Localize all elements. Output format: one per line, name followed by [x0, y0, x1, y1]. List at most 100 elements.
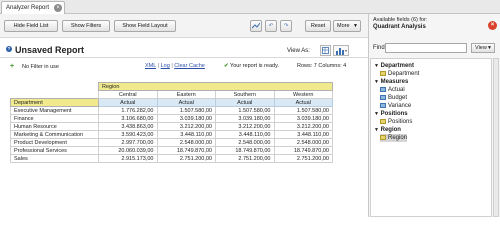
clear-cache-link[interactable]: Clear Cache: [174, 63, 205, 69]
measure-header[interactable]: Actual: [215, 98, 275, 107]
column-header[interactable]: Eastern: [156, 90, 216, 99]
chevron-down-icon: ▼: [487, 45, 492, 51]
table-cell[interactable]: 3.438.863,00: [98, 122, 158, 131]
link-separator: |: [171, 63, 173, 69]
table-cell[interactable]: 3.039.180,00: [273, 114, 333, 123]
table-cell[interactable]: 3.039.180,00: [215, 114, 275, 123]
redo-icon[interactable]: ↷: [280, 20, 292, 32]
table-cell[interactable]: 3.106.680,00: [98, 114, 158, 123]
link-separator: |: [157, 63, 160, 69]
tree-category-region[interactable]: ▼ Region: [374, 126, 401, 134]
field-tree-scrollbar[interactable]: [493, 58, 499, 217]
table-cell[interactable]: 2.548.000,00: [273, 138, 333, 147]
column-header[interactable]: Western: [273, 90, 333, 99]
report-links: XML | Log | Clear Cache: [145, 63, 205, 69]
table-cell[interactable]: 1.776.282,00: [98, 106, 158, 115]
measure-header[interactable]: Actual: [156, 98, 216, 107]
column-dimension-header[interactable]: Region: [98, 82, 333, 91]
measure-icon: [380, 94, 386, 100]
view-label: View: [475, 45, 487, 51]
tree-item-region[interactable]: Region: [380, 134, 408, 142]
tree-item-label: Budget: [388, 95, 408, 101]
table-row: Marketing & Communication 3.590.423,00 3…: [10, 130, 333, 139]
row-header[interactable]: Product Development: [10, 138, 99, 147]
row-dimension-header[interactable]: Department: [10, 98, 99, 107]
table-row: Sales 2.915.173,00 2.751.200,00 2.751.20…: [10, 154, 333, 163]
chart-icon[interactable]: [250, 20, 262, 32]
table-cell[interactable]: 1.507.580,00: [273, 106, 333, 115]
column-header[interactable]: Central: [98, 90, 158, 99]
table-cell[interactable]: 2.751.200,00: [156, 154, 216, 163]
close-icon[interactable]: ×: [488, 21, 497, 30]
table-cell[interactable]: 3.039.180,00: [156, 114, 216, 123]
table-cell[interactable]: 20.060.039,00: [98, 146, 158, 155]
tree-item-label: Region: [388, 135, 408, 141]
table-cell[interactable]: 3.448.110,00: [273, 130, 333, 139]
tree-category-department[interactable]: ▼ Department: [374, 62, 414, 70]
help-icon[interactable]: ?: [6, 46, 12, 52]
tree-category-positions[interactable]: ▼ Positions: [374, 110, 408, 118]
hide-field-list-button[interactable]: Hide Field List: [4, 20, 58, 32]
xml-link[interactable]: XML: [145, 63, 156, 69]
table-row: Human Resource 3.438.863,00 3.212.200,00…: [10, 122, 333, 131]
show-filters-button[interactable]: Show Filters: [62, 20, 110, 32]
tree-item-budget[interactable]: Budget: [380, 94, 407, 102]
tree-item-positions[interactable]: Positions: [380, 118, 412, 126]
table-cell[interactable]: 1.507.580,00: [215, 106, 275, 115]
close-icon[interactable]: ×: [54, 4, 62, 12]
dimension-icon: [380, 70, 386, 76]
tree-item-label: Department: [388, 71, 420, 77]
row-header[interactable]: Human Resource: [10, 122, 99, 131]
table-cell[interactable]: 2.915.173,00: [98, 154, 158, 163]
table-cell[interactable]: 18.749.870,00: [156, 146, 216, 155]
row-header[interactable]: Finance: [10, 114, 99, 123]
table-view-icon[interactable]: [320, 45, 331, 56]
table-cell[interactable]: 18.749.870,00: [215, 146, 275, 155]
available-fields-label: Available fields (6) for:: [373, 17, 428, 23]
find-input[interactable]: [385, 43, 467, 53]
tree-item-variance[interactable]: Variance: [380, 102, 411, 110]
measure-header[interactable]: Actual: [273, 98, 333, 107]
pivot-table: Region Central Eastern Southern Western …: [10, 82, 333, 163]
more-dropdown[interactable]: More ▼: [333, 20, 361, 32]
table-cell[interactable]: 3.212.200,00: [215, 122, 275, 131]
table-cell[interactable]: 3.590.423,00: [98, 130, 158, 139]
measure-header[interactable]: Actual: [98, 98, 158, 107]
measure-icon: [380, 102, 386, 108]
table-cell[interactable]: 3.448.110,00: [215, 130, 275, 139]
chart-view-icon[interactable]: [333, 45, 349, 56]
row-header[interactable]: Marketing & Communication: [10, 130, 99, 139]
table-cell[interactable]: 2.997.700,00: [98, 138, 158, 147]
add-filter-icon[interactable]: +: [10, 63, 14, 70]
table-cell[interactable]: 3.212.200,00: [273, 122, 333, 131]
measure-icon: [380, 86, 386, 92]
table-cell[interactable]: 3.212.200,00: [156, 122, 216, 131]
reset-button[interactable]: Reset: [305, 20, 331, 32]
view-dropdown[interactable]: View ▼: [471, 43, 495, 53]
table-cell[interactable]: 2.751.200,00: [273, 154, 333, 163]
table-cell[interactable]: 2.548.000,00: [156, 138, 216, 147]
row-header[interactable]: Sales: [10, 154, 99, 163]
undo-icon[interactable]: ↶: [265, 20, 277, 32]
tree-item-label: Actual: [388, 87, 405, 93]
table-cell[interactable]: 1.507.580,00: [156, 106, 216, 115]
tree-item-department[interactable]: Department: [380, 70, 419, 78]
tree-category-measures[interactable]: ▼ Measures: [374, 78, 408, 86]
show-field-layout-button[interactable]: Show Field Layout: [114, 20, 176, 32]
rows-count: Rows: 7: [297, 63, 317, 69]
toolbar: Hide Field List Show Filters Show Field …: [0, 14, 368, 38]
tree-item-actual[interactable]: Actual: [380, 86, 405, 94]
table-cell[interactable]: 18.749.870,00: [273, 146, 333, 155]
row-header[interactable]: Executive Management: [10, 106, 99, 115]
table-cell[interactable]: 2.751.200,00: [215, 154, 275, 163]
row-header[interactable]: Professional Services: [10, 146, 99, 155]
column-header[interactable]: Southern: [215, 90, 275, 99]
status-message: ✔ Your report is ready.: [224, 63, 279, 69]
field-panel: Available fields (6) for: Quadrant Analy…: [368, 14, 500, 217]
log-link[interactable]: Log: [161, 63, 170, 69]
tab-analyzer-report[interactable]: Analyzer Report ×: [1, 1, 65, 14]
page-title: Unsaved Report: [15, 45, 85, 55]
chevron-down-icon: ▼: [374, 63, 379, 69]
table-cell[interactable]: 2.548.000,00: [215, 138, 275, 147]
table-cell[interactable]: 3.448.110,00: [156, 130, 216, 139]
